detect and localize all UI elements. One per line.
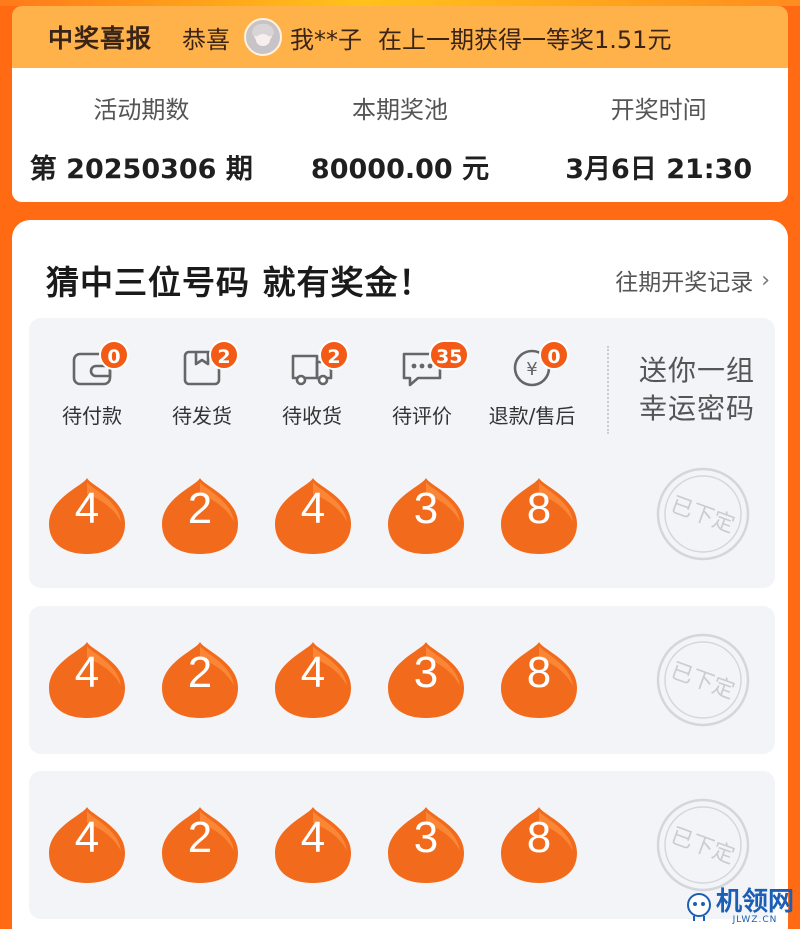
watermark-sub: JLWZ.CN — [732, 915, 778, 925]
stamp-label: 已下定 — [667, 658, 738, 704]
ball-digit: 4 — [74, 648, 100, 697]
lottery-main-card: 猜中三位号码 就有奖金！ 往期开奖记录 › 0 待付款 2 待发货 2 待收货 … — [12, 220, 788, 929]
order-label: 待收货 — [282, 404, 342, 428]
pool-value: 80000.00 元 — [310, 154, 490, 185]
divider — [607, 346, 609, 434]
lucky-number-balls: 4 2 4 3 8 — [47, 476, 612, 556]
order-pending-receipt[interactable]: 2 待收货 — [257, 340, 367, 430]
number-ball: 4 — [273, 476, 353, 556]
notice-title: 中奖喜报 — [48, 24, 153, 53]
mascot-icon — [686, 893, 711, 921]
period-info-card: 活动期数 第 20250306 期 本期奖池 80000.00 元 开奖时间 3… — [12, 68, 788, 202]
lucky-number-balls: 4 2 4 3 8 — [47, 640, 612, 720]
order-pending-payment[interactable]: 0 待付款 — [37, 340, 147, 430]
winner-notice-bar: 中奖喜报 恭喜 我**子 在上一期获得一等奖1.51元 — [12, 6, 788, 68]
stamp-label: 已下定 — [667, 492, 738, 538]
ball-digit: 3 — [413, 484, 439, 533]
number-ball: 4 — [273, 640, 353, 720]
order-shortcut-bar: 0 待付款 2 待发货 2 待收货 35 待评价 ¥ 0 退款/售后 — [29, 340, 619, 430]
ball-digit: 3 — [413, 648, 439, 697]
number-ball: 2 — [160, 640, 240, 720]
order-badge: 0 — [539, 340, 569, 370]
ball-digit: 8 — [526, 813, 552, 862]
number-ball: 2 — [160, 476, 240, 556]
period-label: 活动期数 — [93, 96, 190, 124]
order-label: 待评价 — [392, 404, 452, 428]
order-refund-aftersale[interactable]: ¥ 0 退款/售后 — [477, 340, 587, 430]
ball-digit: 4 — [74, 813, 100, 862]
order-pending-shipment[interactable]: 2 待发货 — [147, 340, 257, 430]
draw-time-value: 3月6日 21:30 — [565, 154, 753, 185]
number-row-2: 4 2 4 3 8 已下定 — [29, 606, 775, 754]
order-label: 退款/售后 — [488, 404, 576, 428]
main-header: 猜中三位号码 就有奖金！ 往期开奖记录 › — [46, 256, 770, 304]
ball-digit: 4 — [300, 813, 326, 862]
svg-text:¥: ¥ — [526, 359, 537, 380]
number-ball: 8 — [499, 476, 579, 556]
ball-digit: 4 — [300, 648, 326, 697]
order-label: 待发货 — [172, 404, 232, 428]
chevron-right-icon: › — [761, 267, 770, 293]
period-column: 活动期数 第 20250306 期 — [12, 68, 271, 202]
order-label: 待付款 — [62, 404, 122, 428]
order-pending-review[interactable]: 35 待评价 — [367, 340, 477, 430]
placed-stamp-icon: 已下定 — [656, 633, 750, 727]
winner-username: 我**子 — [290, 25, 363, 54]
number-ball: 3 — [386, 640, 466, 720]
watermark-main: 机领网 — [715, 887, 794, 917]
stamp-label: 已下定 — [667, 823, 738, 869]
history-link[interactable]: 往期开奖记录 › — [615, 263, 770, 297]
number-row-1: 0 待付款 2 待发货 2 待收货 35 待评价 ¥ 0 退款/售后 送你一组幸… — [29, 318, 775, 588]
number-ball: 4 — [273, 805, 353, 885]
notice-text: 在上一期获得一等奖1.51元 — [378, 25, 672, 54]
winner-avatar — [244, 18, 283, 56]
draw-time-column: 开奖时间 3月6日 21:30 — [529, 68, 788, 202]
order-badge: 0 — [99, 340, 129, 370]
ball-digit: 4 — [300, 484, 326, 533]
number-ball: 4 — [47, 805, 127, 885]
order-badge: 2 — [209, 340, 239, 370]
ball-digit: 4 — [74, 484, 100, 533]
draw-time-label: 开奖时间 — [610, 96, 707, 124]
period-value: 第 20250306 期 — [29, 154, 253, 185]
ball-digit: 2 — [187, 484, 213, 533]
number-ball: 8 — [499, 640, 579, 720]
number-row-3: 4 2 4 3 8 已下定 — [29, 771, 775, 919]
ball-digit: 3 — [413, 813, 439, 862]
number-ball: 4 — [47, 476, 127, 556]
number-ball: 2 — [160, 805, 240, 885]
pool-column: 本期奖池 80000.00 元 — [271, 68, 530, 202]
lucky-code-gift-text[interactable]: 送你一组幸运密码 — [627, 352, 767, 428]
number-ball: 3 — [386, 476, 466, 556]
number-ball: 4 — [47, 640, 127, 720]
ball-digit: 8 — [526, 648, 552, 697]
number-ball: 3 — [386, 805, 466, 885]
main-title: 猜中三位号码 就有奖金！ — [46, 263, 433, 302]
ball-digit: 2 — [187, 648, 213, 697]
ball-digit: 2 — [187, 813, 213, 862]
order-badge: 35 — [429, 340, 470, 370]
placed-stamp-icon: 已下定 — [656, 467, 750, 561]
order-badge: 2 — [319, 340, 349, 370]
lucky-number-balls: 4 2 4 3 8 — [47, 805, 612, 885]
site-watermark: 机领网 JLWZ.CN — [686, 889, 794, 925]
number-ball: 8 — [499, 805, 579, 885]
placed-stamp-icon: 已下定 — [656, 798, 750, 892]
pool-label: 本期奖池 — [352, 96, 448, 124]
history-link-label: 往期开奖记录 — [615, 270, 754, 296]
ball-digit: 8 — [526, 484, 552, 533]
notice-prefix: 恭喜 — [182, 25, 231, 54]
